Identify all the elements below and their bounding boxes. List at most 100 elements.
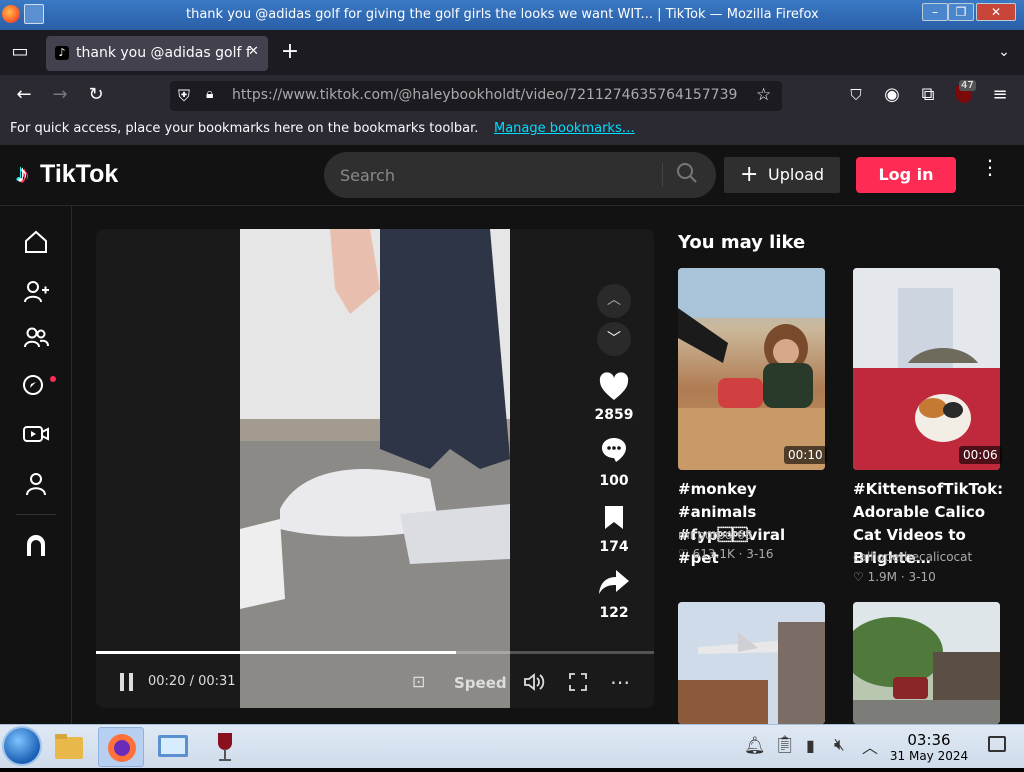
progress-track[interactable]	[96, 651, 654, 654]
following-icon[interactable]	[22, 278, 50, 306]
forward-icon[interactable]: →	[48, 83, 72, 107]
close-button[interactable]: ✕	[976, 3, 1016, 21]
time-display: 00:20 / 00:31	[148, 674, 236, 689]
volume-muted-icon[interactable]: 🔇︎	[834, 735, 845, 755]
minimize-button[interactable]: –	[922, 3, 948, 21]
explore-icon[interactable]	[22, 372, 50, 400]
close-tab-icon[interactable]: ✕	[248, 44, 259, 59]
window-title-bar: thank you @adidas golf for giving the go…	[0, 0, 1024, 30]
home-icon[interactable]	[22, 228, 50, 256]
bookmark-star-icon[interactable]: ☆	[756, 85, 771, 105]
pocket-icon[interactable]: ⛉	[844, 83, 868, 107]
taskbar-wine[interactable]	[202, 727, 248, 767]
search-divider	[662, 163, 663, 187]
app-menu-icon[interactable]	[24, 4, 44, 24]
start-button[interactable]	[4, 728, 40, 764]
share-icon[interactable]	[598, 568, 630, 596]
creator-icon[interactable]	[22, 532, 50, 560]
taskbar-file-manager[interactable]	[46, 727, 92, 767]
lock-icon[interactable]: 🔒︎	[206, 86, 213, 102]
fullscreen-icon[interactable]	[568, 672, 588, 692]
tiktok-logo-text: TikTok	[40, 160, 119, 188]
url-bar[interactable]: ⛨ 🔒︎ https://www.tiktok.com/@haleybookho…	[170, 81, 782, 111]
save-count: 174	[599, 539, 629, 555]
likes-value: 613.1K	[692, 547, 735, 561]
progress-fill	[96, 651, 456, 654]
shield-icon[interactable]: ⛨	[178, 86, 190, 106]
taskbar-firefox[interactable]	[98, 727, 144, 767]
more-options-icon[interactable]: ⋮	[980, 157, 1000, 177]
menu-icon[interactable]: ≡	[988, 83, 1012, 107]
duration-badge: 00:10	[784, 446, 827, 464]
recommended-author[interactable]: calliopethecalicocat	[853, 550, 972, 564]
profile-icon[interactable]	[22, 470, 50, 498]
recommended-thumb-1[interactable]	[678, 268, 825, 470]
maximize-button[interactable]: ❐	[948, 3, 974, 21]
sidebar-divider	[16, 514, 56, 515]
heart-icon: ♡	[853, 570, 864, 584]
upload-button[interactable]: + Upload	[724, 157, 840, 193]
clipboard-icon[interactable]: 📋︎	[774, 735, 796, 755]
like-count: 2859	[594, 407, 634, 423]
pause-icon[interactable]	[118, 672, 136, 692]
speed-button[interactable]: Speed	[454, 674, 507, 692]
search-input[interactable]: Search	[324, 152, 716, 198]
date-value: 3-16	[746, 547, 774, 561]
previous-video-button[interactable]: ︿	[597, 284, 631, 318]
video-frame-image[interactable]	[240, 229, 510, 708]
heart-icon: ♡	[678, 547, 689, 561]
explore-notification-dot	[50, 376, 56, 382]
comment-icon[interactable]	[600, 436, 628, 464]
bookmark-icon[interactable]	[603, 504, 625, 530]
account-icon[interactable]: ◉	[880, 83, 904, 107]
extension-badge: 47	[959, 80, 976, 91]
recommended-stats: ♡ 613.1K · 3-16	[678, 547, 774, 561]
next-video-button[interactable]: ﹀	[597, 322, 631, 356]
comment-count: 100	[599, 473, 629, 489]
list-all-tabs-icon[interactable]: ⌄	[992, 40, 1016, 64]
recommended-thumb-4[interactable]	[853, 602, 1000, 724]
likes-value: 1.9M	[867, 570, 898, 584]
login-button[interactable]: Log in	[856, 157, 956, 193]
manage-bookmarks-link[interactable]: Manage bookmarks…	[494, 121, 635, 136]
show-desktop-icon[interactable]	[988, 736, 1006, 752]
notification-bell-icon[interactable]: 🔔︎	[744, 736, 766, 756]
window-title: thank you @adidas golf for giving the go…	[186, 7, 819, 22]
share-count: 122	[599, 605, 629, 621]
search-icon[interactable]	[676, 162, 698, 184]
tab-active[interactable]: ♪ thank you @adidas golf f ✕	[46, 36, 268, 71]
more-player-options-icon[interactable]: ⋯	[610, 670, 630, 694]
extensions-icon[interactable]: ⧉	[916, 83, 940, 107]
recommended-author[interactable]: mr.porpor68	[678, 528, 752, 542]
reload-icon[interactable]: ↻	[84, 83, 108, 107]
recommended-heading: You may like	[678, 232, 806, 253]
like-icon[interactable]	[598, 372, 630, 402]
tray-expand-icon[interactable]: ︿	[862, 734, 878, 758]
firefox-icon	[2, 5, 20, 23]
clock-time: 03:36	[907, 731, 951, 749]
tiktok-note-icon: ♪	[16, 160, 29, 188]
tab-label: thank you @adidas golf f	[76, 45, 251, 61]
date-value: 3-10	[908, 570, 936, 584]
recommended-stats: ♡ 1.9M · 3-10	[853, 570, 936, 584]
live-icon[interactable]	[22, 420, 50, 448]
bookmarks-toolbar: For quick access, place your bookmarks h…	[0, 115, 1024, 145]
plus-icon: +	[740, 162, 759, 187]
friends-icon[interactable]	[22, 324, 50, 352]
back-icon[interactable]: ←	[12, 83, 36, 107]
tiktok-favicon: ♪	[55, 46, 69, 60]
recommended-thumb-2[interactable]	[853, 268, 1000, 470]
taskbar-system-settings[interactable]	[150, 727, 196, 767]
clock-date: 31 May 2024	[889, 749, 969, 763]
tiktok-logo[interactable]: ♪ TikTok	[16, 160, 118, 192]
tab-overview-icon[interactable]: ▭	[8, 40, 32, 64]
battery-icon[interactable]: ▮	[806, 736, 815, 755]
new-tab-button[interactable]: +	[278, 40, 302, 64]
volume-icon[interactable]	[522, 670, 546, 694]
recommended-thumb-3[interactable]	[678, 602, 825, 724]
bookmarks-hint: For quick access, place your bookmarks h…	[10, 121, 479, 136]
upload-label: Upload	[768, 165, 825, 184]
url-text[interactable]: https://www.tiktok.com/@haleybookholdt/v…	[232, 87, 737, 103]
clock[interactable]: 03:36 31 May 2024	[884, 731, 974, 763]
floating-player-icon[interactable]: ⊡	[412, 672, 425, 691]
